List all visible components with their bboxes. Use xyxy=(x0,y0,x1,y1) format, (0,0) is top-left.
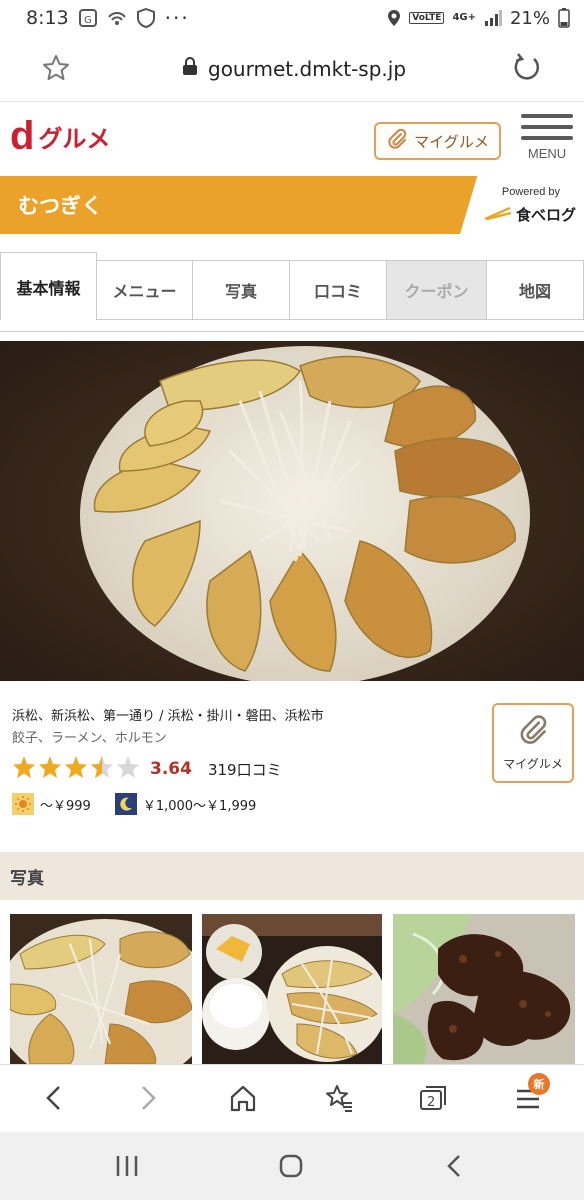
menu-button[interactable]: MENU xyxy=(518,112,576,170)
back-icon[interactable] xyxy=(40,1083,68,1117)
browser-url-bar: gourmet.dmkt-sp.jp xyxy=(0,36,584,102)
tab-photos[interactable]: 写真 xyxy=(192,260,290,320)
bookmark-star-icon[interactable] xyxy=(42,54,70,86)
star-full-icon xyxy=(64,755,88,783)
rating-score: 3.64 xyxy=(150,759,192,779)
star-half-icon xyxy=(90,755,114,783)
tab-menu[interactable]: メニュー xyxy=(96,260,193,320)
lunch-price: ～￥999 xyxy=(40,798,91,814)
clock: 8:13 xyxy=(26,7,69,29)
review-count[interactable]: 319口コミ xyxy=(208,759,282,780)
moon-icon xyxy=(114,793,137,815)
restaurant-name: むつぎく xyxy=(18,194,103,218)
info-tabs: 基本情報 メニュー 写真 口コミ クーポン 地図 xyxy=(0,252,584,332)
tab-basic-info[interactable]: 基本情報 xyxy=(0,252,97,320)
price-row: ～￥999 ￥1,000～￥1,999 xyxy=(12,793,280,815)
mygurume-side-label: マイグルメ xyxy=(503,757,563,771)
chopsticks-icon xyxy=(484,206,512,224)
mygurume-side-button[interactable]: マイグルメ xyxy=(492,703,574,783)
powered-by-label: Powered by xyxy=(501,186,560,198)
mygurume-button[interactable]: マイグルメ xyxy=(374,122,501,160)
tab-coupon[interactable]: クーポン xyxy=(386,260,487,320)
shield-icon xyxy=(136,8,155,28)
tabelog-logo: 食べログ xyxy=(484,204,576,225)
logo-text: グルメ xyxy=(38,125,111,153)
url-text: gourmet.dmkt-sp.jp xyxy=(208,56,407,81)
tabelog-text: 食べログ xyxy=(516,206,577,224)
svg-text:2: 2 xyxy=(427,1095,435,1110)
photo-thumbnail-horumon[interactable] xyxy=(393,914,575,1064)
paperclip-icon xyxy=(517,714,549,749)
photo-thumbnail-gyoza[interactable] xyxy=(10,914,192,1064)
menu-label: MENU xyxy=(527,146,567,161)
main-photo-gyoza[interactable] xyxy=(0,341,584,681)
star-full-icon xyxy=(38,755,62,783)
network-type: 4G+ xyxy=(452,12,476,23)
rating-row: 3.64 319口コミ xyxy=(12,755,282,783)
volte-icon: VoLTE xyxy=(409,12,445,24)
tab-reviews[interactable]: 口コミ xyxy=(289,260,387,320)
tabs-icon[interactable]: 2 xyxy=(418,1083,448,1117)
restaurant-title-band: むつぎく Powered by 食べログ xyxy=(0,176,584,234)
maps-notification-icon: G xyxy=(78,9,97,27)
photo-section-title: 写真 xyxy=(10,869,44,889)
lock-icon xyxy=(182,56,198,81)
photo-section-header: 写真 xyxy=(0,852,584,900)
photo-thumbnails xyxy=(0,914,584,1064)
paperclip-icon xyxy=(386,128,408,154)
bookmarks-icon[interactable] xyxy=(324,1083,354,1117)
battery-icon xyxy=(558,8,570,28)
star-full-icon xyxy=(12,755,36,783)
browser-bottom-bar: 2 新 xyxy=(0,1064,584,1132)
mygurume-label: マイグルメ xyxy=(414,132,489,151)
dgurume-logo[interactable]: d グルメ xyxy=(10,116,110,156)
system-back-icon[interactable] xyxy=(440,1152,470,1184)
address-field[interactable]: gourmet.dmkt-sp.jp xyxy=(182,56,406,81)
star-empty-icon xyxy=(116,755,140,783)
photo-thumbnail-set-meal[interactable] xyxy=(202,914,384,1064)
wifi-calling-icon xyxy=(107,9,127,27)
svg-text:G: G xyxy=(84,15,92,26)
recent-apps-icon[interactable] xyxy=(112,1152,142,1184)
location-icon xyxy=(387,9,401,27)
more-notifications-icon: ··· xyxy=(164,6,190,30)
powered-by-tabelog: Powered by 食べログ xyxy=(460,176,584,234)
reload-icon[interactable] xyxy=(512,52,542,86)
site-header: d グルメ マイグルメ MENU xyxy=(0,102,584,176)
genre-text: 餃子、ラーメン、ホルモン xyxy=(12,731,167,746)
area-text: 浜松、新浜松、第一通り / 浜松・掛川・磐田、浜松市 xyxy=(12,709,324,724)
hamburger-icon xyxy=(521,114,573,118)
dinner-price: ￥1,000～￥1,999 xyxy=(142,798,257,814)
tab-map[interactable]: 地図 xyxy=(486,260,584,320)
new-badge: 新 xyxy=(528,1073,550,1095)
battery-percent: 21% xyxy=(509,7,550,29)
home-icon[interactable] xyxy=(229,1083,257,1117)
status-bar: 8:13 G ··· VoLTE 4G+ 21% xyxy=(0,0,584,36)
system-navigation-bar xyxy=(0,1132,584,1200)
forward-icon[interactable] xyxy=(134,1083,162,1117)
home-button-icon[interactable] xyxy=(276,1152,306,1184)
restaurant-info: 浜松、新浜松、第一通り / 浜松・掛川・磐田、浜松市 餃子、ラーメン、ホルモン … xyxy=(0,681,584,851)
sun-icon xyxy=(12,793,34,815)
logo-d: d xyxy=(10,114,35,158)
signal-icon xyxy=(484,10,502,26)
